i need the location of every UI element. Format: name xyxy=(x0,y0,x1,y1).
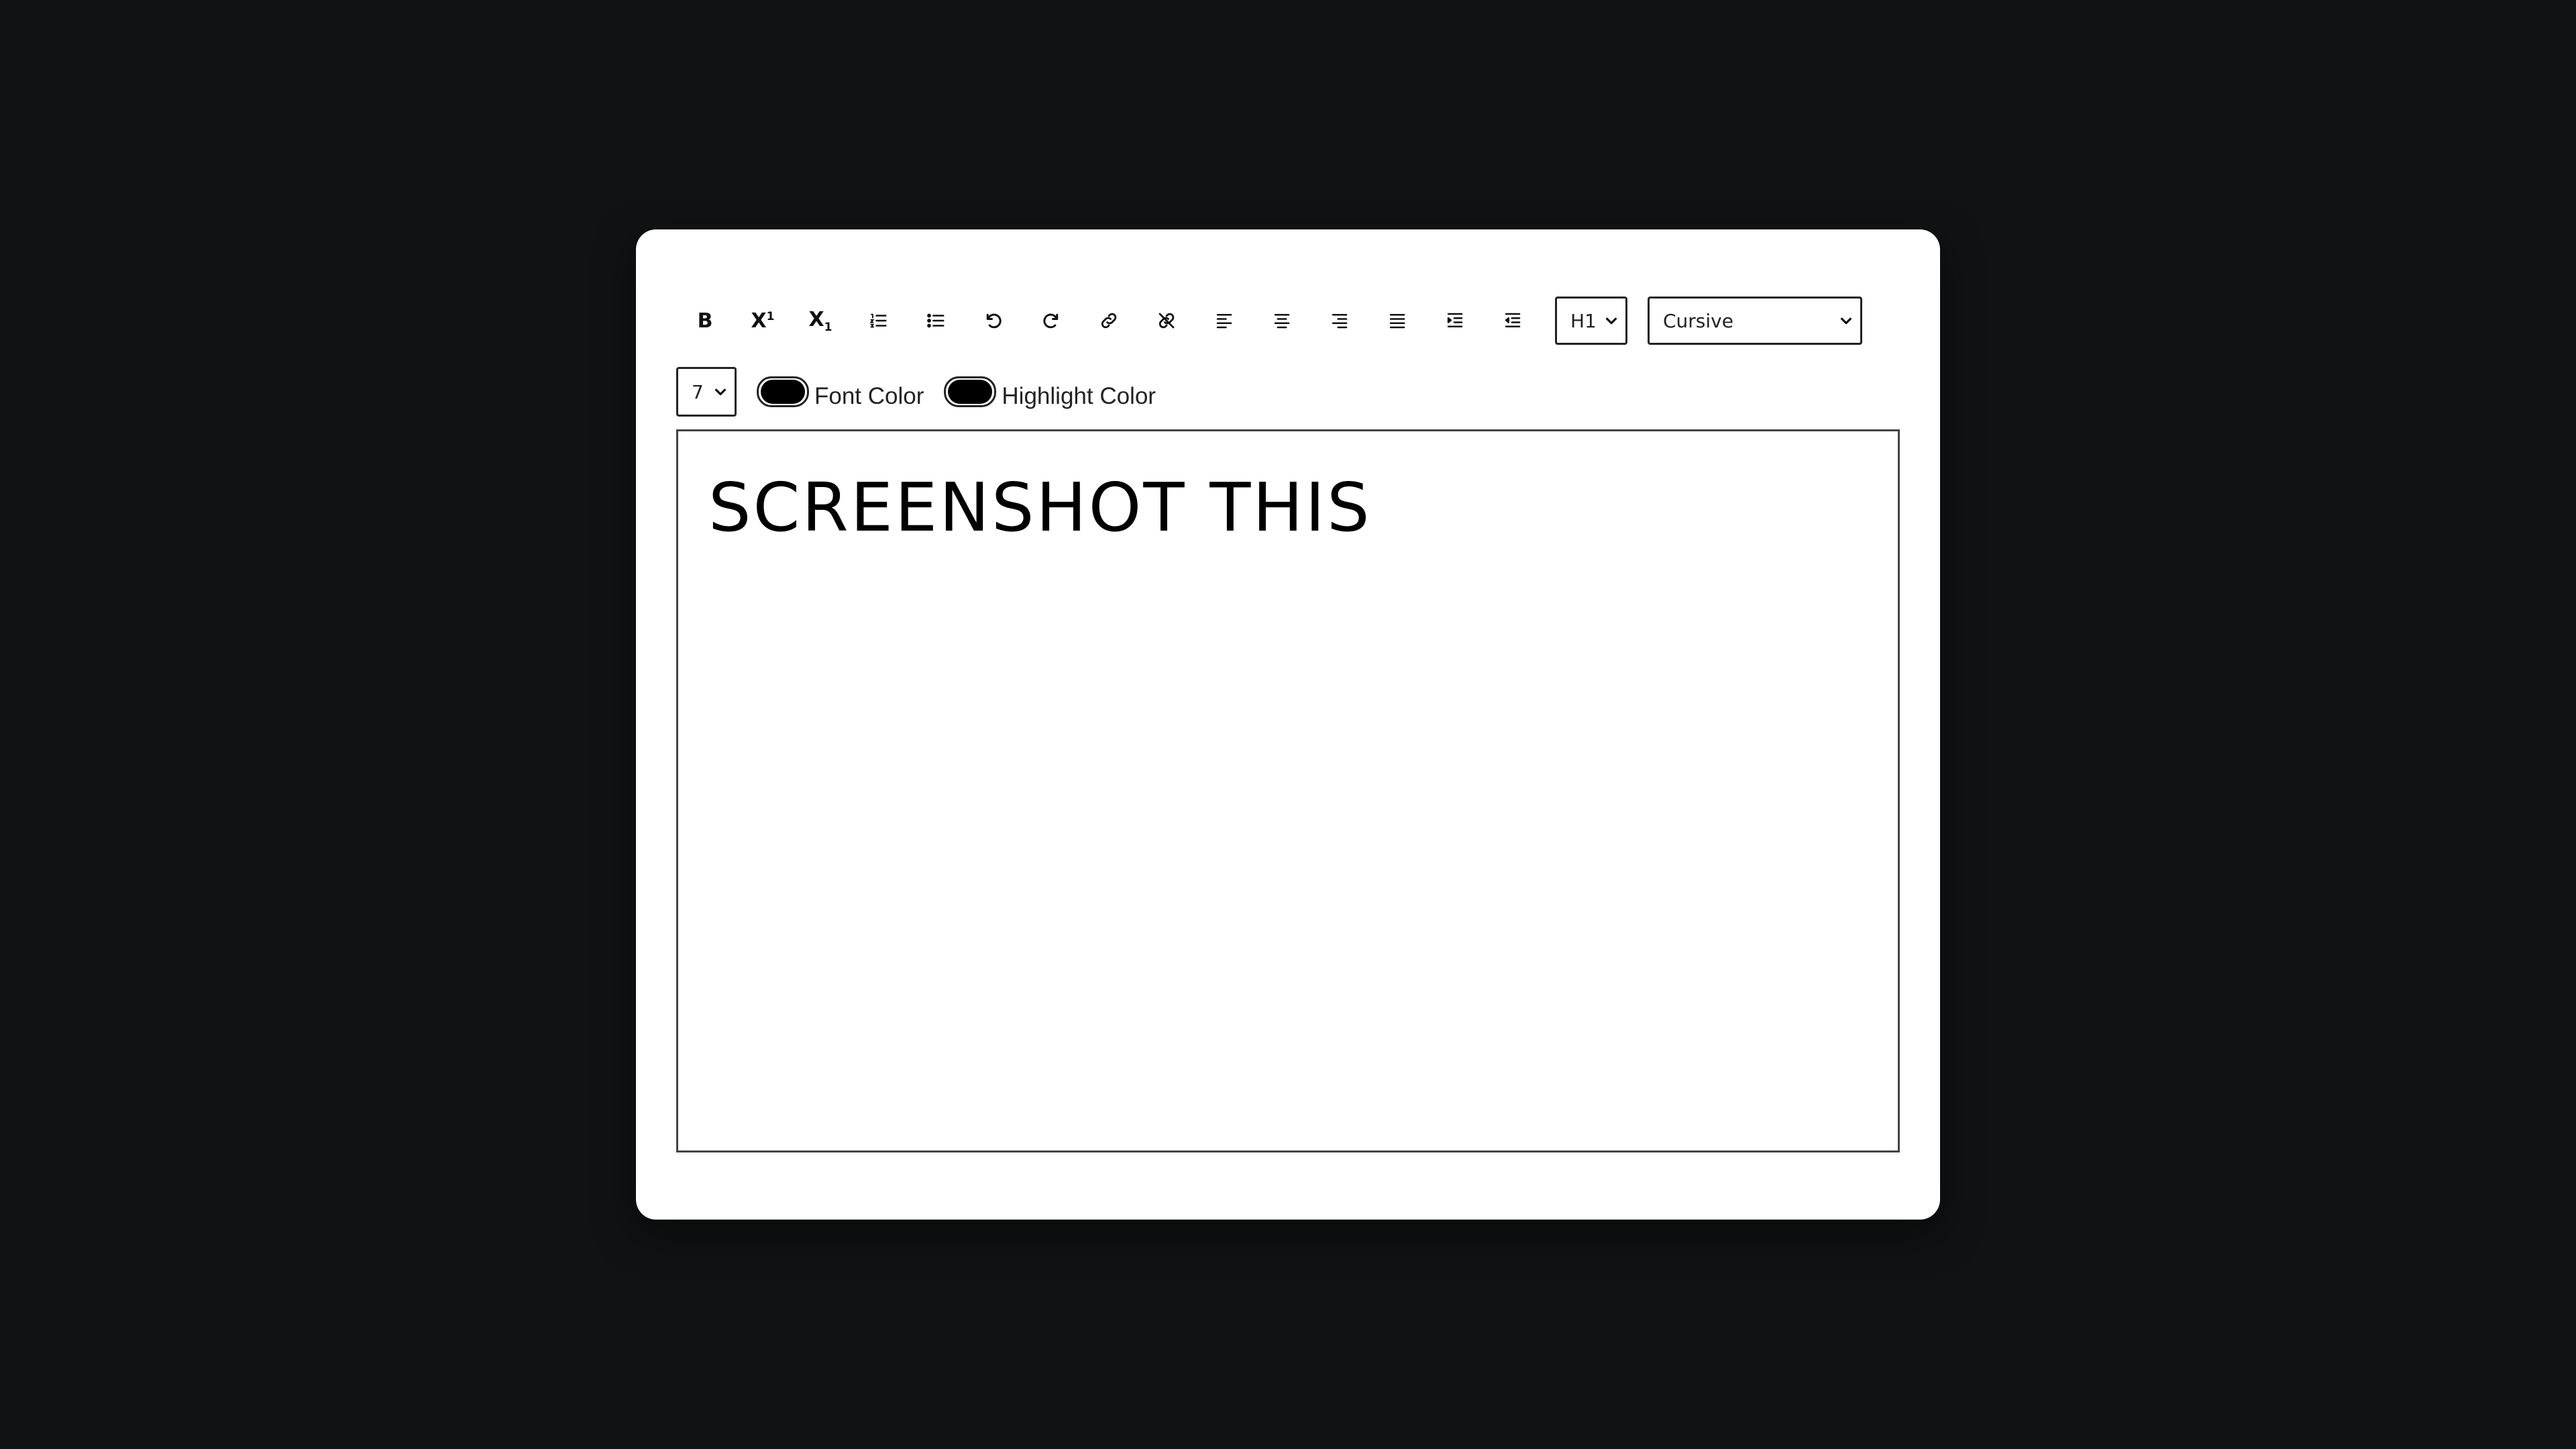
bold-button[interactable]: B xyxy=(676,295,734,346)
font-color-label: Font Color xyxy=(814,383,924,409)
font-size-select[interactable]: 7 xyxy=(676,367,737,417)
text-editor-card: B X1 X1 H1 Cursive 7 Font Color Highligh… xyxy=(636,229,1940,1220)
outdent-button[interactable] xyxy=(1484,295,1542,346)
formatting-toolbar: B X1 X1 H1 Cursive xyxy=(676,295,1862,346)
unordered-list-icon xyxy=(927,313,945,328)
chevron-down-icon xyxy=(1605,317,1617,325)
color-toolbar: 7 Font Color Highlight Color xyxy=(676,365,1156,419)
subscript-icon: X1 xyxy=(808,307,833,334)
font-family-select[interactable]: Cursive xyxy=(1648,297,1862,345)
font-size-select-value: 7 xyxy=(692,380,704,403)
link-button[interactable] xyxy=(1080,295,1138,346)
heading-select-value: H1 xyxy=(1570,309,1597,332)
unlink-button[interactable] xyxy=(1138,295,1195,346)
align-right-button[interactable] xyxy=(1311,295,1368,346)
chevron-down-icon xyxy=(1840,317,1852,325)
unlink-icon xyxy=(1159,313,1175,329)
align-justify-button[interactable] xyxy=(1368,295,1426,346)
indent-icon xyxy=(1447,313,1463,327)
font-family-select-value: Cursive xyxy=(1663,309,1733,332)
align-left-button[interactable] xyxy=(1195,295,1253,346)
indent-button[interactable] xyxy=(1426,295,1484,346)
undo-icon xyxy=(986,313,1002,329)
chevron-down-icon xyxy=(714,388,727,396)
superscript-icon: X1 xyxy=(751,309,775,333)
align-center-icon xyxy=(1274,314,1290,329)
highlight-color-swatch xyxy=(948,380,993,404)
redo-icon xyxy=(1043,313,1059,329)
font-color-picker[interactable] xyxy=(757,376,809,407)
ordered-list-button[interactable] xyxy=(849,295,907,346)
align-center-button[interactable] xyxy=(1253,295,1311,346)
highlight-color-picker[interactable] xyxy=(944,376,997,407)
editor-content-area[interactable]: SCREENSHOT THIS xyxy=(676,429,1900,1152)
redo-button[interactable] xyxy=(1022,295,1080,346)
subscript-button[interactable]: X1 xyxy=(792,295,849,346)
bold-icon: B xyxy=(697,309,713,333)
unordered-list-button[interactable] xyxy=(907,295,965,346)
font-color-swatch xyxy=(761,380,805,404)
highlight-color-label: Highlight Color xyxy=(1002,383,1156,409)
editor-heading-text[interactable]: SCREENSHOT THIS xyxy=(708,468,1371,547)
heading-select[interactable]: H1 xyxy=(1555,297,1627,345)
align-right-icon xyxy=(1332,314,1348,329)
ordered-list-icon xyxy=(869,313,887,328)
superscript-button[interactable]: X1 xyxy=(734,295,792,346)
align-left-icon xyxy=(1216,314,1232,329)
align-justify-icon xyxy=(1389,314,1405,329)
outdent-icon xyxy=(1505,313,1521,327)
link-icon xyxy=(1101,313,1117,329)
undo-button[interactable] xyxy=(965,295,1022,346)
